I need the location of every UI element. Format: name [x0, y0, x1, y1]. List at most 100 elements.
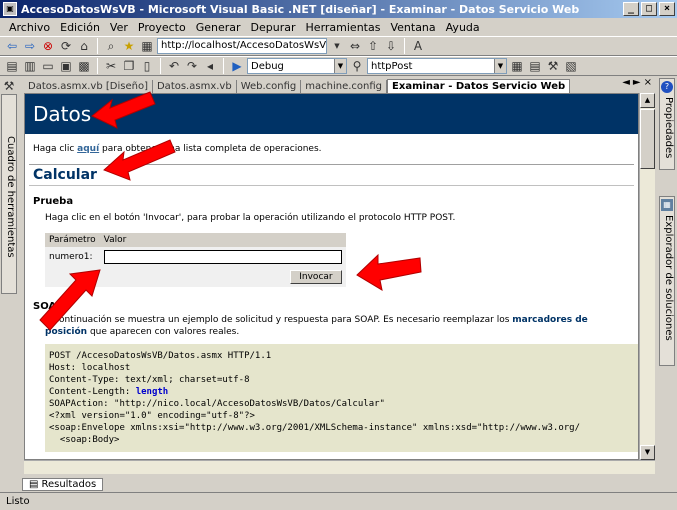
intro-text: Haga clic aquí para obtener una lista co… [25, 134, 638, 154]
param-header: Parámetro [45, 233, 100, 247]
code-line: <?xml version="1.0" encoding="utf-8"?> [49, 411, 255, 421]
close-button[interactable]: × [659, 2, 675, 16]
operations-link[interactable]: aquí [77, 144, 99, 154]
soap-description: A continuación se muestra un ejemplo de … [25, 312, 638, 338]
web-toolbar: ⇦ ⇨ ⊗ ⟳ ⌂ ⌕ ★ ▦ http://localhost/AccesoD… [0, 36, 677, 56]
code-line: POST /AccesoDatosWsVB/Datos.asmx HTTP/1.… [49, 351, 272, 361]
config-select[interactable]: Debug ▼ [247, 58, 347, 74]
param-table: Parámetro Valor numero1: Invocar [45, 233, 346, 287]
home-icon[interactable]: ⌂ [76, 38, 92, 54]
tab-machine-config[interactable]: machine.config [301, 80, 388, 93]
tab-browse-service[interactable]: Examinar - Datos Servicio Web [387, 79, 571, 93]
numero1-input[interactable] [103, 250, 342, 264]
tab-controls: ◄ ► × [622, 77, 652, 88]
nav-back-icon[interactable]: ◂ [202, 58, 218, 74]
vertical-scrollbar[interactable]: ▲ ▼ [639, 93, 655, 460]
tab-datos-code[interactable]: Datos.asmx.vb [153, 80, 237, 93]
font-icon[interactable]: A [410, 38, 426, 54]
cut-icon[interactable]: ✂ [103, 58, 119, 74]
new-project-icon[interactable]: ▤ [4, 58, 20, 74]
code-line-prefix: Content-Length: [49, 387, 136, 397]
menu-archivo[interactable]: Archivo [4, 21, 55, 34]
soap-request-code: POST /AccesoDatosWsVB/Datos.asmx HTTP/1.… [45, 344, 638, 452]
soap-title: SOAP [33, 301, 64, 312]
toolbox-icon[interactable]: ⚒ [545, 58, 561, 74]
menu-ayuda[interactable]: Ayuda [441, 21, 485, 34]
url-input[interactable]: http://localhost/AccesoDatosWsVB/Datos.a [157, 38, 327, 54]
results-tab[interactable]: ▤ Resultados [22, 477, 104, 491]
search-icon[interactable]: ⌕ [103, 38, 119, 54]
start-icon[interactable]: ▶ [229, 58, 245, 74]
history-icon[interactable]: ▦ [139, 38, 155, 54]
method-value: httpPost [371, 60, 413, 72]
favorites-icon[interactable]: ★ [121, 38, 137, 54]
maximize-button[interactable]: □ [641, 2, 657, 16]
up-icon[interactable]: ⇧ [365, 38, 381, 54]
save-all-icon[interactable]: ▩ [76, 58, 92, 74]
document-tabs: Datos.asmx.vb [Diseño] Datos.asmx.vb Web… [24, 77, 652, 93]
intro-before: Haga clic [33, 144, 78, 154]
code-line: Content-Type: text/xml; charset=utf-8 [49, 375, 250, 385]
menu-generar[interactable]: Generar [191, 21, 246, 34]
tab-web-config[interactable]: Web.config [237, 80, 302, 93]
toolbar-separator [97, 38, 98, 54]
menu-herramientas[interactable]: Herramientas [301, 21, 386, 34]
invoke-button[interactable]: Invocar [290, 270, 342, 284]
refresh-icon[interactable]: ⟳ [58, 38, 74, 54]
scroll-right-icon[interactable]: ► [633, 77, 641, 88]
code-line: Host: localhost [49, 363, 131, 373]
menu-ver[interactable]: Ver [105, 21, 133, 34]
properties-tab[interactable]: ? Propiedades [659, 78, 675, 170]
properties-tab-label: Propiedades [663, 97, 674, 159]
close-tab-icon[interactable]: × [644, 77, 652, 88]
browser-viewport: Datos Haga clic aquí para obtener una li… [24, 93, 639, 460]
horizontal-scrollbar[interactable] [24, 460, 655, 474]
properties-icon[interactable]: ▤ [527, 58, 543, 74]
menu-ventana[interactable]: Ventana [385, 21, 440, 34]
app-icon: ▣ [3, 2, 17, 16]
stop-icon[interactable]: ⊗ [40, 38, 56, 54]
window-title: AccesoDatosWsVB - Microsoft Visual Basic… [21, 2, 580, 16]
output-tabs: ▤ Resultados [0, 476, 677, 492]
scroll-left-icon[interactable]: ◄ [622, 77, 630, 88]
scroll-up-icon[interactable]: ▲ [640, 93, 655, 108]
service-header: Datos [25, 94, 638, 134]
forward-icon[interactable]: ⇨ [22, 38, 38, 54]
url-dropdown-icon[interactable]: ▼ [329, 38, 345, 54]
menu-depurar[interactable]: Depurar [246, 21, 301, 34]
toolbar-separator [97, 58, 98, 74]
undo-icon[interactable]: ↶ [166, 58, 182, 74]
test-description: Haga clic en el botón 'Invocar', para pr… [45, 213, 456, 223]
find-icon[interactable]: ⚲ [349, 58, 365, 74]
class-view-icon[interactable]: ▧ [563, 58, 579, 74]
chevron-down-icon: ▼ [334, 59, 346, 73]
menu-proyecto[interactable]: Proyecto [133, 21, 191, 34]
resize-icon[interactable]: ⇔ [347, 38, 363, 54]
paste-icon[interactable]: ▯ [139, 58, 155, 74]
scroll-down-icon[interactable]: ▼ [640, 445, 655, 460]
back-icon[interactable]: ⇦ [4, 38, 20, 54]
toolbar-separator [404, 38, 405, 54]
right-dock: ? Propiedades ▦ Explorador de soluciones [657, 76, 677, 476]
down-icon[interactable]: ⇩ [383, 38, 399, 54]
copy-icon[interactable]: ❐ [121, 58, 137, 74]
menu-edicion[interactable]: Edición [55, 21, 105, 34]
toolbox-tab[interactable]: Cuadro de herramientas [1, 94, 17, 294]
method-select[interactable]: httpPost ▼ [367, 58, 507, 74]
redo-icon[interactable]: ↷ [184, 58, 200, 74]
code-placeholder: length [135, 387, 169, 397]
window-controls: _ □ × [623, 2, 675, 16]
save-icon[interactable]: ▣ [58, 58, 74, 74]
value-header: Valor [99, 233, 346, 247]
param-label: numero1: [45, 247, 100, 267]
solution-explorer-icon[interactable]: ▦ [509, 58, 525, 74]
add-item-icon[interactable]: ▥ [22, 58, 38, 74]
chevron-down-icon: ▼ [494, 59, 506, 73]
code-line: <soap:Body> [49, 435, 120, 445]
scroll-thumb[interactable] [640, 109, 655, 169]
tab-datos-design[interactable]: Datos.asmx.vb [Diseño] [24, 80, 153, 93]
solution-explorer-tab[interactable]: ▦ Explorador de soluciones [659, 196, 675, 366]
open-icon[interactable]: ▭ [40, 58, 56, 74]
minimize-button[interactable]: _ [623, 2, 639, 16]
toolbox-dock-icon: ⚒ [3, 79, 15, 93]
